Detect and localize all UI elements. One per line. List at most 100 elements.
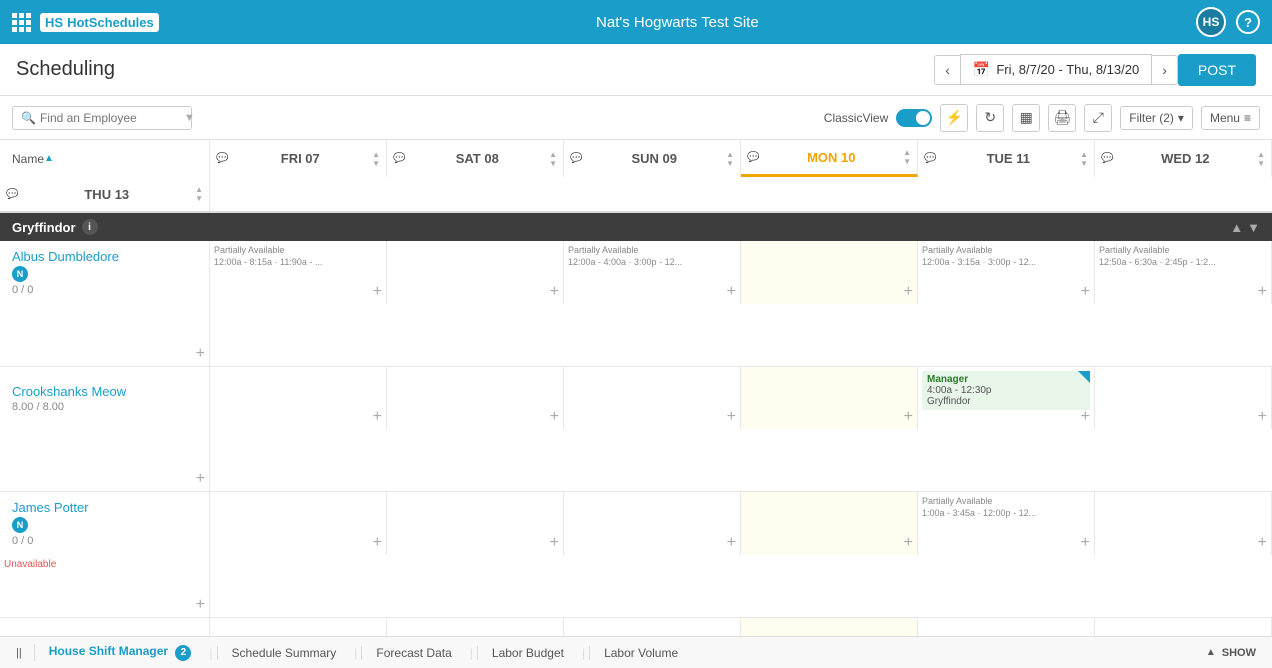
add-shift-button[interactable]: + (373, 535, 382, 551)
search-input[interactable] (40, 111, 180, 125)
emp-hours: 8.00 / 8.00 (12, 401, 197, 413)
col-header-mon: 💬 MON 10 ▲▼ (741, 140, 918, 177)
menu-lines-icon: ≡ (1244, 111, 1251, 125)
emp-hours: 0 / 0 (12, 284, 197, 296)
emp-name-cell: Crookshanks Meow 8.00 / 8.00 (0, 367, 210, 429)
bottom-toggle-icon[interactable]: || (16, 647, 22, 659)
tue-cell[interactable]: Manager 4:00a - 12:30p Gryffindor + (918, 367, 1095, 429)
tab-house-shift[interactable]: House Shift Manager 2 (34, 644, 206, 661)
site-name: Nat's Hogwarts Test Site (596, 14, 759, 31)
group-info-icon[interactable]: i (82, 219, 98, 235)
separator: | (578, 646, 589, 660)
add-shift-button[interactable]: + (550, 284, 559, 300)
bottom-bar: || House Shift Manager 2 | Schedule Summ… (0, 636, 1272, 668)
add-shift-button[interactable]: + (196, 597, 205, 613)
add-shift-button[interactable]: + (550, 535, 559, 551)
table-icon[interactable]: ▦ (1012, 104, 1040, 132)
fri-cell: + (210, 618, 387, 636)
show-button[interactable]: SHOW (1222, 647, 1256, 659)
house-shift-count: 2 (175, 645, 191, 661)
add-shift-button[interactable]: + (196, 346, 205, 362)
date-display: 📅 Fri, 8/7/20 - Thu, 8/13/20 (960, 54, 1152, 85)
separator: | (466, 646, 477, 660)
fri-cell: + (210, 367, 387, 429)
emp-name[interactable]: Crookshanks Meow (12, 384, 197, 399)
col-header-fri: 💬 FRI 07 ▲▼ (210, 140, 387, 177)
thu-label: THU 13 (84, 187, 129, 202)
emp-name[interactable]: James Potter (12, 500, 197, 515)
separator: | (350, 646, 361, 660)
separator: | (205, 646, 216, 660)
sun-icons: 💬 (570, 153, 582, 164)
lightning-icon[interactable]: ⚡ (940, 104, 968, 132)
emp-name[interactable]: Albus Dumbledore (12, 249, 197, 264)
table-row: James Potter N 0 / 0 + + + + Partially A… (0, 492, 1272, 618)
shift-corner-icon (1078, 371, 1090, 383)
chevron-down-icon: ▾ (1178, 111, 1184, 125)
shift-loc: Gryffindor (927, 396, 1085, 407)
logo[interactable]: HS HotSchedules (40, 13, 159, 32)
expand-icon[interactable]: ⤢ (1084, 104, 1112, 132)
col-header-sat: 💬 SAT 08 ▲▼ (387, 140, 564, 177)
add-shift-button[interactable]: + (1258, 535, 1267, 551)
group-collapse-icon[interactable]: ▲ (1230, 220, 1243, 235)
add-shift-button[interactable]: + (1258, 409, 1267, 425)
shift-block[interactable]: Manager 4:00a - 12:30p Gryffindor (922, 371, 1090, 410)
group-name: Gryffindor i (12, 219, 222, 235)
date-range: Fri, 8/7/20 - Thu, 8/13/20 (996, 62, 1139, 77)
apps-icon[interactable] (12, 13, 30, 32)
help-icon[interactable]: ? (1236, 10, 1260, 34)
add-shift-button[interactable]: + (550, 409, 559, 425)
print-icon[interactable]: 🖨 (1048, 104, 1076, 132)
wed-sort: ▲▼ (1257, 150, 1265, 168)
wed-cell: + (1095, 492, 1272, 555)
logo-text: HotSchedules (67, 15, 154, 30)
wed-cell: Partially Available12:50a - 6:30a · 2:45… (1095, 241, 1272, 304)
emp-badge: N (12, 517, 28, 533)
tab-labor-budget[interactable]: Labor Budget (477, 646, 578, 660)
add-shift-button[interactable]: + (1081, 284, 1090, 300)
refresh-icon[interactable]: ↻ (976, 104, 1004, 132)
table-row: Albus Dumbledore N 0 / 0 Partially Avail… (0, 241, 1272, 367)
emp-name-cell: Albus Dumbledore N 0 / 0 (0, 241, 210, 304)
page-title: Scheduling (16, 58, 934, 81)
name-sort-icon: ▲ (44, 153, 54, 164)
prev-week-button[interactable]: ‹ (934, 55, 960, 85)
tab-schedule-summary[interactable]: Schedule Summary (217, 646, 351, 660)
classic-view-toggle[interactable] (896, 109, 932, 127)
add-shift-button[interactable]: + (727, 284, 736, 300)
add-shift-button[interactable]: + (727, 535, 736, 551)
fri-sort: ▲▼ (372, 150, 380, 168)
sun-sort: ▲▼ (726, 150, 734, 168)
post-button[interactable]: POST (1178, 54, 1256, 86)
emp-badge: N (12, 266, 28, 282)
add-shift-button[interactable]: + (373, 284, 382, 300)
tab-labor-volume[interactable]: Labor Volume (589, 646, 692, 660)
sun-label: SUN 09 (632, 151, 678, 166)
group-expand-icon[interactable]: ▼ (1247, 220, 1260, 235)
menu-button[interactable]: Menu ≡ (1201, 106, 1260, 130)
avatar[interactable]: HS (1196, 7, 1226, 37)
next-week-button[interactable]: › (1152, 55, 1178, 85)
col-header-sun: 💬 SUN 09 ▲▼ (564, 140, 741, 177)
tab-forecast[interactable]: Forecast Data (361, 646, 465, 660)
col-header-tue: 💬 TUE 11 ▲▼ (918, 140, 1095, 177)
add-shift-button[interactable]: + (904, 535, 913, 551)
table-row: Crookshanks Meow 8.00 / 8.00 + + + + Man… (0, 367, 1272, 492)
col-header-thu: 💬 THU 13 ▲▼ (0, 177, 210, 211)
add-shift-button[interactable]: + (373, 409, 382, 425)
add-shift-button[interactable]: + (727, 409, 736, 425)
add-shift-button[interactable]: + (196, 471, 205, 487)
shift-time: 4:00a - 12:30p (927, 385, 1085, 396)
schedule-container: Name ▲ 💬 FRI 07 ▲▼ 💬 SAT 08 ▲▼ 💬 SUN 09 … (0, 140, 1272, 636)
sat-cell: + (387, 241, 564, 304)
fri-cell: + (210, 492, 387, 555)
add-shift-button[interactable]: + (904, 284, 913, 300)
add-shift-button[interactable]: + (1081, 409, 1090, 425)
add-shift-button[interactable]: + (1081, 535, 1090, 551)
add-shift-button[interactable]: + (904, 409, 913, 425)
emp-name-cell: Minerva McGonagall 0 / 0 (0, 618, 210, 636)
add-shift-button[interactable]: + (1258, 284, 1267, 300)
column-headers: Name ▲ 💬 FRI 07 ▲▼ 💬 SAT 08 ▲▼ 💬 SUN 09 … (0, 140, 1272, 213)
filter-button[interactable]: Filter (2) ▾ (1120, 106, 1193, 130)
